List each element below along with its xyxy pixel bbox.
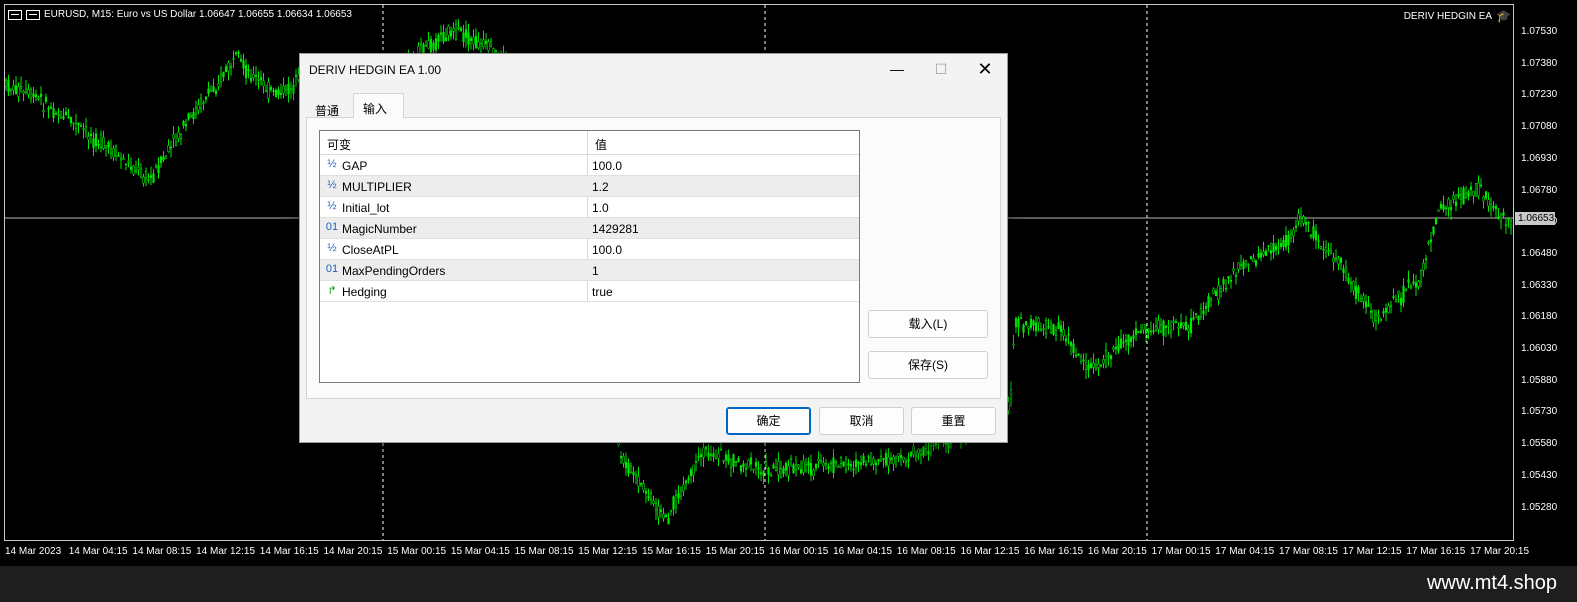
tab-inputs[interactable]: 输入: [353, 93, 404, 118]
time-tick-label: 15 Mar 20:15: [705, 546, 765, 557]
time-tick-label: 15 Mar 04:15: [450, 546, 510, 557]
time-tick-label: 14 Mar 16:15: [259, 546, 319, 557]
cancel-button[interactable]: 取消: [819, 407, 904, 435]
price-tick-label: 1.07230: [1521, 89, 1558, 101]
time-tick-label: 14 Mar 12:15: [196, 546, 256, 557]
table-row[interactable]: ↱ Hedging true: [320, 281, 859, 302]
bool-type-icon: ↱: [327, 285, 337, 297]
double-type-icon: ½: [327, 179, 337, 191]
time-tick-label: 17 Mar 20:15: [1470, 546, 1530, 557]
param-value[interactable]: 1429281: [592, 222, 639, 236]
param-name: MagicNumber: [342, 222, 417, 236]
minimize-button[interactable]: —: [874, 54, 920, 84]
ea-name: DERIV HEDGIN EA: [1403, 10, 1493, 22]
param-name: MaxPendingOrders: [342, 264, 446, 278]
table-row[interactable]: 01 MaxPendingOrders 1: [320, 260, 859, 281]
symbol-info: EURUSD, M15: Euro vs US Dollar 1.06647 1…: [8, 9, 352, 20]
price-tick-label: 1.06480: [1521, 247, 1558, 259]
time-tick-label: 15 Mar 00:15: [387, 546, 447, 557]
footer-bar: www.mt4.shop: [0, 566, 1577, 602]
time-tick-label: 17 Mar 16:15: [1406, 546, 1466, 557]
time-tick-label: 14 Mar 2023: [5, 546, 62, 557]
price-tick-label: 1.07080: [1521, 121, 1558, 133]
param-value[interactable]: 1.0: [592, 201, 609, 215]
time-tick-label: 14 Mar 08:15: [132, 546, 192, 557]
graduation-cap-icon: 🎓: [1496, 9, 1511, 23]
column-header-variable[interactable]: 可变: [327, 136, 351, 153]
dialog-title: DERIV HEDGIN EA 1.00: [309, 63, 442, 77]
ea-properties-dialog: DERIV HEDGIN EA 1.00 — ☐ ✕ 普通 输入 可变 值 ½G…: [299, 53, 1008, 443]
param-name: CloseAtPL: [342, 243, 399, 257]
param-name: Hedging: [342, 285, 387, 299]
param-value[interactable]: 100.0: [592, 159, 622, 173]
time-tick-label: 15 Mar 12:15: [578, 546, 638, 557]
price-tick-label: 1.05880: [1521, 374, 1558, 386]
table-header: 可变 值: [320, 131, 859, 155]
double-type-icon: ½: [327, 242, 337, 254]
time-tick-label: 16 Mar 04:15: [833, 546, 893, 557]
close-icon: ✕: [977, 58, 993, 79]
time-tick-label: 15 Mar 16:15: [642, 546, 701, 557]
time-tick-label: 17 Mar 04:15: [1215, 546, 1275, 557]
expert-advisor-label[interactable]: DERIV HEDGIN EA 🎓: [1404, 9, 1511, 23]
time-tick-label: 16 Mar 12:15: [960, 546, 1020, 557]
param-value[interactable]: true: [592, 285, 613, 299]
time-tick-label: 16 Mar 08:15: [896, 546, 956, 557]
time-tick-label: 14 Mar 04:15: [68, 546, 128, 557]
window-list-icon[interactable]: [8, 9, 22, 20]
price-tick-label: 1.06780: [1521, 184, 1558, 196]
double-type-icon: ½: [327, 158, 337, 170]
table-row[interactable]: ½ GAP 100.0: [320, 155, 859, 176]
param-value[interactable]: 1: [592, 264, 599, 278]
dialog-titlebar[interactable]: DERIV HEDGIN EA 1.00 — ☐ ✕: [300, 54, 1007, 86]
maximize-icon: ☐: [934, 60, 948, 77]
reset-button[interactable]: 重置: [911, 407, 996, 435]
time-tick-label: 17 Mar 08:15: [1279, 546, 1338, 557]
price-tick-label: 1.06180: [1521, 311, 1558, 323]
parameters-table[interactable]: 可变 值 ½ GAP 100.0 ½ MULTIPLIER 1.2 ½ Initial_lot…: [319, 130, 860, 383]
param-name: Initial_lot: [342, 201, 390, 215]
one-click-trading-icon[interactable]: [26, 9, 40, 20]
price-tick-label: 1.05430: [1521, 469, 1558, 481]
price-tick-label: 1.06930: [1521, 152, 1558, 164]
column-header-value[interactable]: 值: [595, 136, 607, 153]
close-button[interactable]: ✕: [962, 54, 1008, 84]
table-row[interactable]: ½ Initial_lot 1.0: [320, 197, 859, 218]
time-tick-label: 17 Mar 12:15: [1342, 546, 1402, 557]
param-name: GAP: [342, 159, 368, 173]
time-tick-label: 17 Mar 00:15: [1151, 546, 1211, 557]
integer-type-icon: 01: [325, 221, 339, 233]
price-tick-label: 1.06030: [1521, 343, 1558, 354]
symbol-info-text: EURUSD, M15: Euro vs US Dollar 1.06647 1…: [44, 9, 352, 20]
load-button[interactable]: 载入(L): [868, 310, 988, 338]
price-tick-label: 1.05730: [1521, 406, 1558, 418]
time-tick-label: 16 Mar 20:15: [1087, 546, 1147, 557]
current-price-label: 1.06653: [1515, 212, 1555, 225]
param-value[interactable]: 1.2: [592, 180, 609, 194]
price-tick-label: 1.05280: [1521, 501, 1558, 513]
table-row[interactable]: ½ MULTIPLIER 1.2: [320, 176, 859, 197]
price-tick-label: 1.06330: [1521, 279, 1558, 291]
price-tick-label: 1.07530: [1521, 26, 1558, 37]
param-name: MULTIPLIER: [342, 180, 412, 194]
watermark: www.mt4.shop: [1426, 572, 1557, 594]
time-tick-label: 15 Mar 08:15: [514, 546, 574, 557]
price-tick-label: 1.07380: [1521, 57, 1558, 69]
time-tick-label: 14 Mar 20:15: [323, 546, 383, 557]
save-button[interactable]: 保存(S): [868, 351, 988, 379]
time-tick-label: 16 Mar 16:15: [1024, 546, 1084, 557]
double-type-icon: ½: [327, 200, 337, 212]
minimize-icon: —: [890, 61, 904, 77]
integer-type-icon: 01: [325, 263, 339, 275]
time-tick-label: 16 Mar 00:15: [769, 546, 829, 557]
param-value[interactable]: 100.0: [592, 243, 622, 257]
tab-general[interactable]: 普通: [306, 96, 348, 118]
table-row[interactable]: 01 MagicNumber 1429281: [320, 218, 859, 239]
table-row[interactable]: ½ CloseAtPL 100.0: [320, 239, 859, 260]
maximize-button: ☐: [918, 54, 964, 84]
ok-button[interactable]: 确定: [726, 407, 811, 435]
price-tick-label: 1.05580: [1521, 438, 1558, 450]
